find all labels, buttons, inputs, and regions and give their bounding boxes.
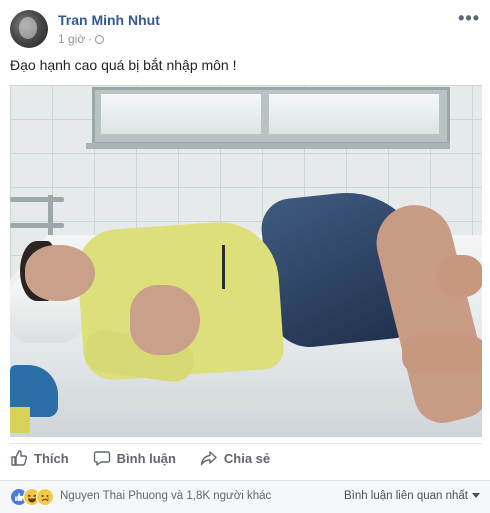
post-photo[interactable] <box>10 85 482 437</box>
comment-sort-label: Bình luận liên quan nhất <box>343 490 468 502</box>
more-options-button[interactable]: ••• <box>458 8 480 29</box>
share-icon <box>200 451 217 466</box>
share-button[interactable]: Chia sẻ <box>200 449 270 467</box>
comment-sort-dropdown[interactable]: Bình luận liên quan nhất <box>344 490 480 502</box>
thumbs-up-icon <box>11 450 28 466</box>
action-bar: Thích Bình luận Chia sẻ <box>10 446 482 470</box>
reaction-icons[interactable] <box>10 488 56 506</box>
author-name[interactable]: Tran Minh Nhut <box>58 12 160 28</box>
sad-icon <box>36 488 54 506</box>
like-label: Thích <box>34 450 69 466</box>
author-avatar[interactable] <box>10 10 48 48</box>
post-header: Tran Minh Nhut 1 giờ · ••• <box>10 8 482 48</box>
globe-icon <box>95 34 105 44</box>
reactions-bar: Nguyen Thai Phuong và 1,8K người khác Bì… <box>0 480 490 513</box>
share-label: Chia sẻ <box>223 450 271 466</box>
comment-label: Bình luận <box>116 450 176 466</box>
reaction-summary[interactable]: Nguyen Thai Phuong và 1,8K người khác <box>60 490 271 502</box>
post-timestamp[interactable]: 1 giờ <box>58 32 85 46</box>
divider <box>10 443 482 444</box>
chevron-down-icon <box>472 493 480 499</box>
comment-button[interactable]: Bình luận <box>93 449 176 467</box>
meta-separator: · <box>88 32 93 46</box>
comment-icon <box>93 451 110 466</box>
like-button[interactable]: Thích <box>10 449 69 467</box>
post-caption: Đạo hạnh cao quá bị bắt nhập môn ! <box>10 57 237 73</box>
post-meta: 1 giờ · <box>58 32 105 46</box>
